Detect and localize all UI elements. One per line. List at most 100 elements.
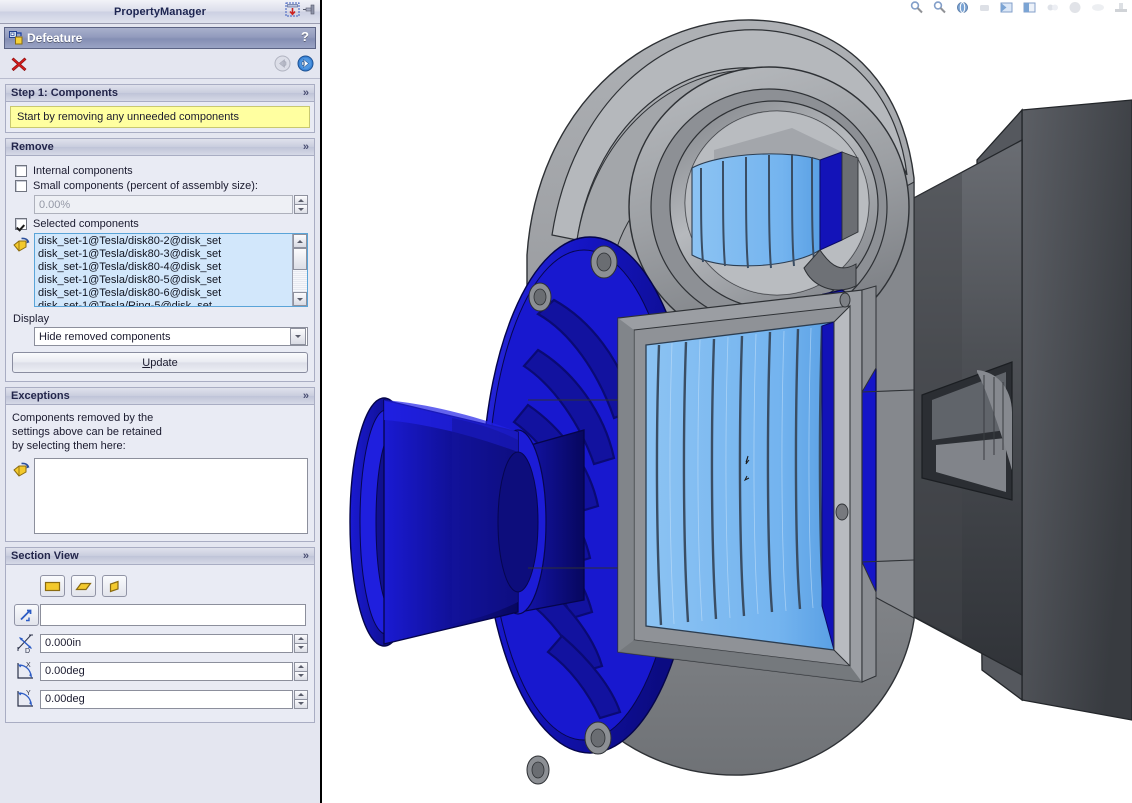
property-manager-titlebar: PropertyManager bbox=[0, 0, 320, 24]
section-rotation-y-row: Y 0.00deg bbox=[12, 687, 308, 711]
scroll-up-button[interactable] bbox=[293, 234, 307, 248]
rotate-view-icon[interactable] bbox=[956, 1, 969, 14]
selection-list-row: disk_set-1@Tesla/disk80-2@disk_set disk_… bbox=[12, 233, 308, 307]
section-reference-input[interactable] bbox=[40, 604, 306, 626]
group-header-section-view[interactable]: Section View » bbox=[6, 548, 314, 565]
section-cut-window[interactable] bbox=[617, 289, 863, 683]
exceptions-selection-row bbox=[12, 458, 308, 534]
collapse-all-icon[interactable] bbox=[285, 2, 300, 20]
stepper-down-distance[interactable] bbox=[294, 642, 308, 653]
section-rotation-y-input[interactable]: 0.00deg bbox=[40, 689, 293, 709]
exceptions-description-line3: by selecting them here: bbox=[12, 440, 126, 452]
titlebar-icon-group bbox=[285, 2, 317, 20]
hide-show-icon[interactable] bbox=[1091, 1, 1105, 14]
pan-icon[interactable] bbox=[978, 1, 991, 14]
selected-components-listbox[interactable]: disk_set-1@Tesla/disk80-2@disk_set disk_… bbox=[34, 233, 308, 307]
rotation-x-stepper[interactable] bbox=[294, 661, 308, 681]
small-components-percent-stepper[interactable] bbox=[294, 195, 308, 214]
tesla-turbine-model[interactable] bbox=[322, 0, 1132, 803]
group-body-step1: Start by removing any unneeded component… bbox=[6, 102, 314, 132]
previous-view-icon[interactable] bbox=[1000, 1, 1014, 14]
right-plane-button[interactable] bbox=[102, 575, 127, 597]
display-dropdown[interactable]: Hide removed components bbox=[34, 327, 308, 346]
view-orientation-icon[interactable] bbox=[1046, 1, 1059, 14]
stepper-down-rotation-x[interactable] bbox=[294, 670, 308, 681]
pushpin-icon[interactable] bbox=[302, 2, 317, 20]
checkbox-internal-components[interactable] bbox=[15, 165, 27, 177]
distance-stepper[interactable] bbox=[294, 633, 308, 653]
checkbox-selected-components[interactable] bbox=[15, 218, 27, 230]
group-header-remove[interactable]: Remove » bbox=[6, 139, 314, 156]
list-item[interactable]: disk_set-1@Tesla/disk80-6@disk_set bbox=[38, 287, 292, 300]
step-hint-box: Start by removing any unneeded component… bbox=[10, 106, 310, 128]
zoom-to-area-icon[interactable] bbox=[933, 0, 947, 14]
checkbox-row-selected-components[interactable]: Selected components bbox=[15, 218, 308, 230]
list-item[interactable]: disk_set-1@Tesla/Ring-5@disk_set bbox=[38, 300, 292, 306]
list-item[interactable]: disk_set-1@Tesla/disk80-2@disk_set bbox=[38, 235, 292, 248]
graphics-viewport[interactable] bbox=[322, 0, 1132, 803]
list-item[interactable]: disk_set-1@Tesla/disk80-3@disk_set bbox=[38, 248, 292, 261]
stepper-up-rotation-y[interactable] bbox=[294, 689, 308, 699]
update-button[interactable]: Update bbox=[12, 352, 308, 373]
stepper-up-distance[interactable] bbox=[294, 633, 308, 643]
section-reference-icon-wrap bbox=[12, 603, 40, 627]
update-button-rest: pdate bbox=[150, 356, 178, 369]
chevron-down-icon-display[interactable] bbox=[290, 328, 306, 345]
front-plane-button[interactable] bbox=[40, 575, 65, 597]
list-item[interactable]: disk_set-1@Tesla/disk80-5@disk_set bbox=[38, 274, 292, 287]
property-manager-panel: PropertyManager Defeature ? Step 1: Comp… bbox=[0, 0, 322, 803]
group-remove: Remove » Internal components Small compo… bbox=[5, 138, 315, 382]
checkbox-small-components[interactable] bbox=[15, 180, 27, 192]
checkbox-row-internal-components[interactable]: Internal components bbox=[15, 165, 308, 177]
exceptions-selection-box[interactable] bbox=[34, 458, 308, 534]
feature-header: Defeature ? bbox=[4, 27, 316, 49]
small-components-percent-input[interactable]: 0.00% bbox=[34, 195, 293, 214]
help-button[interactable]: ? bbox=[301, 29, 309, 44]
cancel-button[interactable] bbox=[10, 55, 28, 73]
svg-text:X: X bbox=[26, 662, 31, 669]
label-internal-components: Internal components bbox=[33, 165, 133, 177]
small-components-percent-row: 0.00% bbox=[34, 195, 308, 214]
svg-text:D: D bbox=[25, 648, 30, 654]
section-distance-row: D 0.000in bbox=[12, 631, 308, 655]
group-body-section-view: D 0.000in X 0.00deg Y 0.00deg bbox=[6, 565, 314, 722]
group-body-remove: Internal components Small components (pe… bbox=[6, 156, 314, 381]
chevron-up-icon-step1[interactable]: » bbox=[303, 86, 309, 100]
scroll-down-button[interactable] bbox=[293, 292, 307, 306]
group-title-remove: Remove bbox=[11, 141, 54, 153]
stepper-down-percent[interactable] bbox=[294, 204, 308, 214]
chevron-up-icon-section-view[interactable]: » bbox=[303, 549, 309, 563]
stepper-down-rotation-y[interactable] bbox=[294, 698, 308, 709]
section-view-icon[interactable] bbox=[1023, 1, 1037, 14]
chevron-up-icon-remove[interactable]: » bbox=[303, 140, 309, 154]
scrollbar-track[interactable] bbox=[293, 270, 307, 292]
appearances-icon[interactable] bbox=[1114, 1, 1128, 14]
section-rotation-x-input[interactable]: 0.00deg bbox=[40, 661, 293, 681]
list-item[interactable]: disk_set-1@Tesla/disk80-4@disk_set bbox=[38, 261, 292, 274]
display-dropdown-value: Hide removed components bbox=[39, 330, 171, 343]
back-button[interactable] bbox=[274, 55, 291, 72]
top-plane-button[interactable] bbox=[71, 575, 96, 597]
inlet-bolt bbox=[839, 292, 851, 308]
chevron-up-icon-exceptions[interactable]: » bbox=[303, 389, 309, 403]
rotation-y-icon: Y bbox=[12, 687, 40, 711]
select-reference-button[interactable] bbox=[13, 604, 39, 626]
section-frame-bolt bbox=[835, 503, 849, 521]
display-label: Display bbox=[13, 313, 50, 325]
checkbox-row-small-components[interactable]: Small components (percent of assembly si… bbox=[15, 180, 308, 192]
next-button[interactable] bbox=[297, 55, 314, 72]
section-reference-row bbox=[12, 603, 308, 627]
group-header-exceptions[interactable]: Exceptions » bbox=[6, 388, 314, 405]
stepper-up-rotation-x[interactable] bbox=[294, 661, 308, 671]
display-style-icon[interactable] bbox=[1068, 1, 1082, 14]
group-body-exceptions: Components removed by the settings above… bbox=[6, 405, 314, 541]
selected-components-items: disk_set-1@Tesla/disk80-2@disk_set disk_… bbox=[35, 234, 292, 306]
listbox-scrollbar[interactable] bbox=[292, 234, 307, 306]
stepper-up-percent[interactable] bbox=[294, 195, 308, 204]
rotation-y-stepper[interactable] bbox=[294, 689, 308, 709]
zoom-to-fit-icon[interactable] bbox=[910, 0, 924, 14]
group-header-step1[interactable]: Step 1: Components » bbox=[6, 85, 314, 102]
group-title-step1: Step 1: Components bbox=[11, 87, 118, 99]
section-distance-input[interactable]: 0.000in bbox=[40, 633, 293, 653]
scrollbar-thumb[interactable] bbox=[293, 248, 307, 270]
